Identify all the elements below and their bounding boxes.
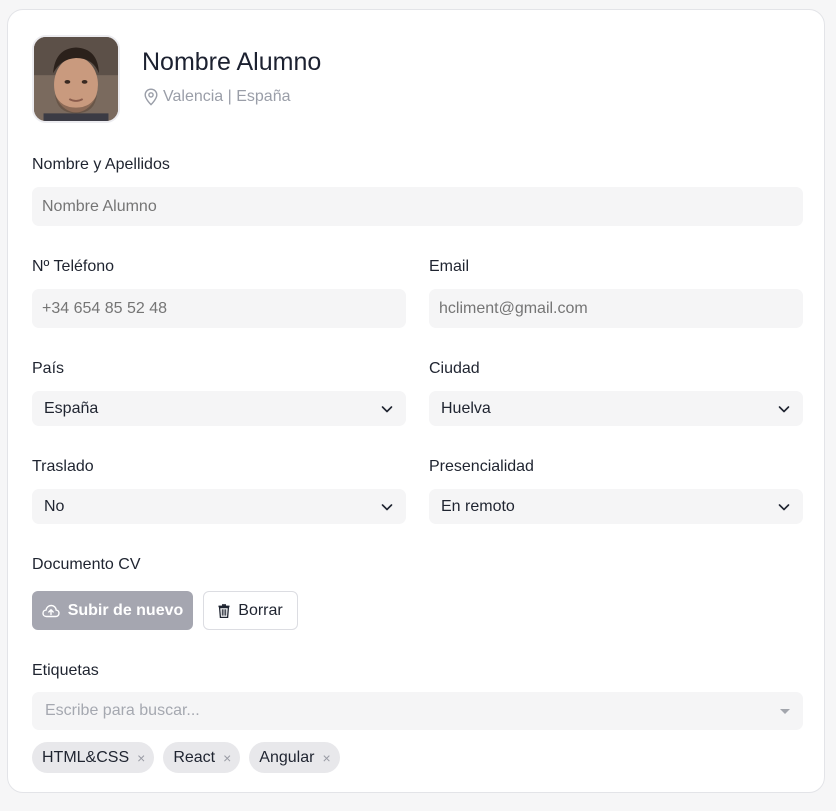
cloud-upload-icon (42, 604, 60, 617)
email-input[interactable] (439, 299, 793, 318)
phone-input[interactable] (42, 299, 396, 318)
tag-chips: HTML&CSS × React × Angular × (32, 742, 340, 773)
chevron-down-icon (778, 503, 790, 510)
phone-label: Nº Teléfono (32, 258, 115, 275)
cv-label: Documento CV (32, 556, 141, 573)
tag-chip: React × (163, 742, 241, 773)
tag-chip: Angular × (249, 742, 340, 773)
tags-search-field[interactable]: Escribe para buscar... (32, 692, 803, 730)
chevron-down-icon (381, 405, 393, 412)
caret-down-icon (780, 708, 790, 714)
delete-cv-button[interactable]: Borrar (203, 591, 298, 630)
country-value: España (44, 399, 99, 417)
email-label: Email (429, 258, 470, 275)
profile-name: Nombre Alumno (142, 48, 322, 76)
country-select[interactable]: España (32, 391, 406, 426)
tags-search-placeholder: Escribe para buscar... (45, 702, 200, 719)
map-pin-icon (144, 88, 158, 106)
delete-cv-label: Borrar (238, 601, 283, 619)
remove-tag-icon[interactable]: × (223, 750, 231, 766)
attendance-select[interactable]: En remoto (429, 489, 803, 524)
location-text: Valencia | España (163, 88, 291, 105)
tag-chip-label: React (173, 748, 216, 766)
remove-tag-icon[interactable]: × (322, 750, 330, 766)
tags-label: Etiquetas (32, 662, 99, 679)
city-select[interactable]: Huelva (429, 391, 803, 426)
full-name-label: Nombre y Apellidos (32, 156, 170, 173)
relocation-select[interactable]: No (32, 489, 406, 524)
email-field[interactable] (429, 289, 803, 328)
upload-cv-label: Subir de nuevo (67, 601, 184, 619)
full-name-field[interactable] (32, 187, 803, 226)
relocation-value: No (44, 497, 65, 515)
tag-chip: HTML&CSS × (32, 742, 155, 773)
chevron-down-icon (381, 503, 393, 510)
full-name-input[interactable] (42, 197, 793, 216)
upload-cv-button[interactable]: Subir de nuevo (32, 591, 193, 630)
profile-location: Valencia | España (143, 88, 291, 106)
relocation-label: Traslado (32, 458, 94, 475)
tag-chip-label: Angular (259, 748, 315, 766)
trash-icon (218, 603, 230, 618)
city-label: Ciudad (429, 360, 480, 377)
profile-card: Nombre Alumno Valencia | España Nombre y… (7, 9, 825, 793)
attendance-value: En remoto (441, 497, 515, 515)
avatar (32, 35, 120, 123)
phone-field[interactable] (32, 289, 406, 328)
country-label: País (32, 360, 65, 377)
city-value: Huelva (441, 399, 491, 417)
tag-chip-label: HTML&CSS (42, 748, 130, 766)
avatar-photo (34, 37, 118, 121)
attendance-label: Presencialidad (429, 458, 534, 475)
remove-tag-icon[interactable]: × (137, 750, 145, 766)
chevron-down-icon (778, 405, 790, 412)
